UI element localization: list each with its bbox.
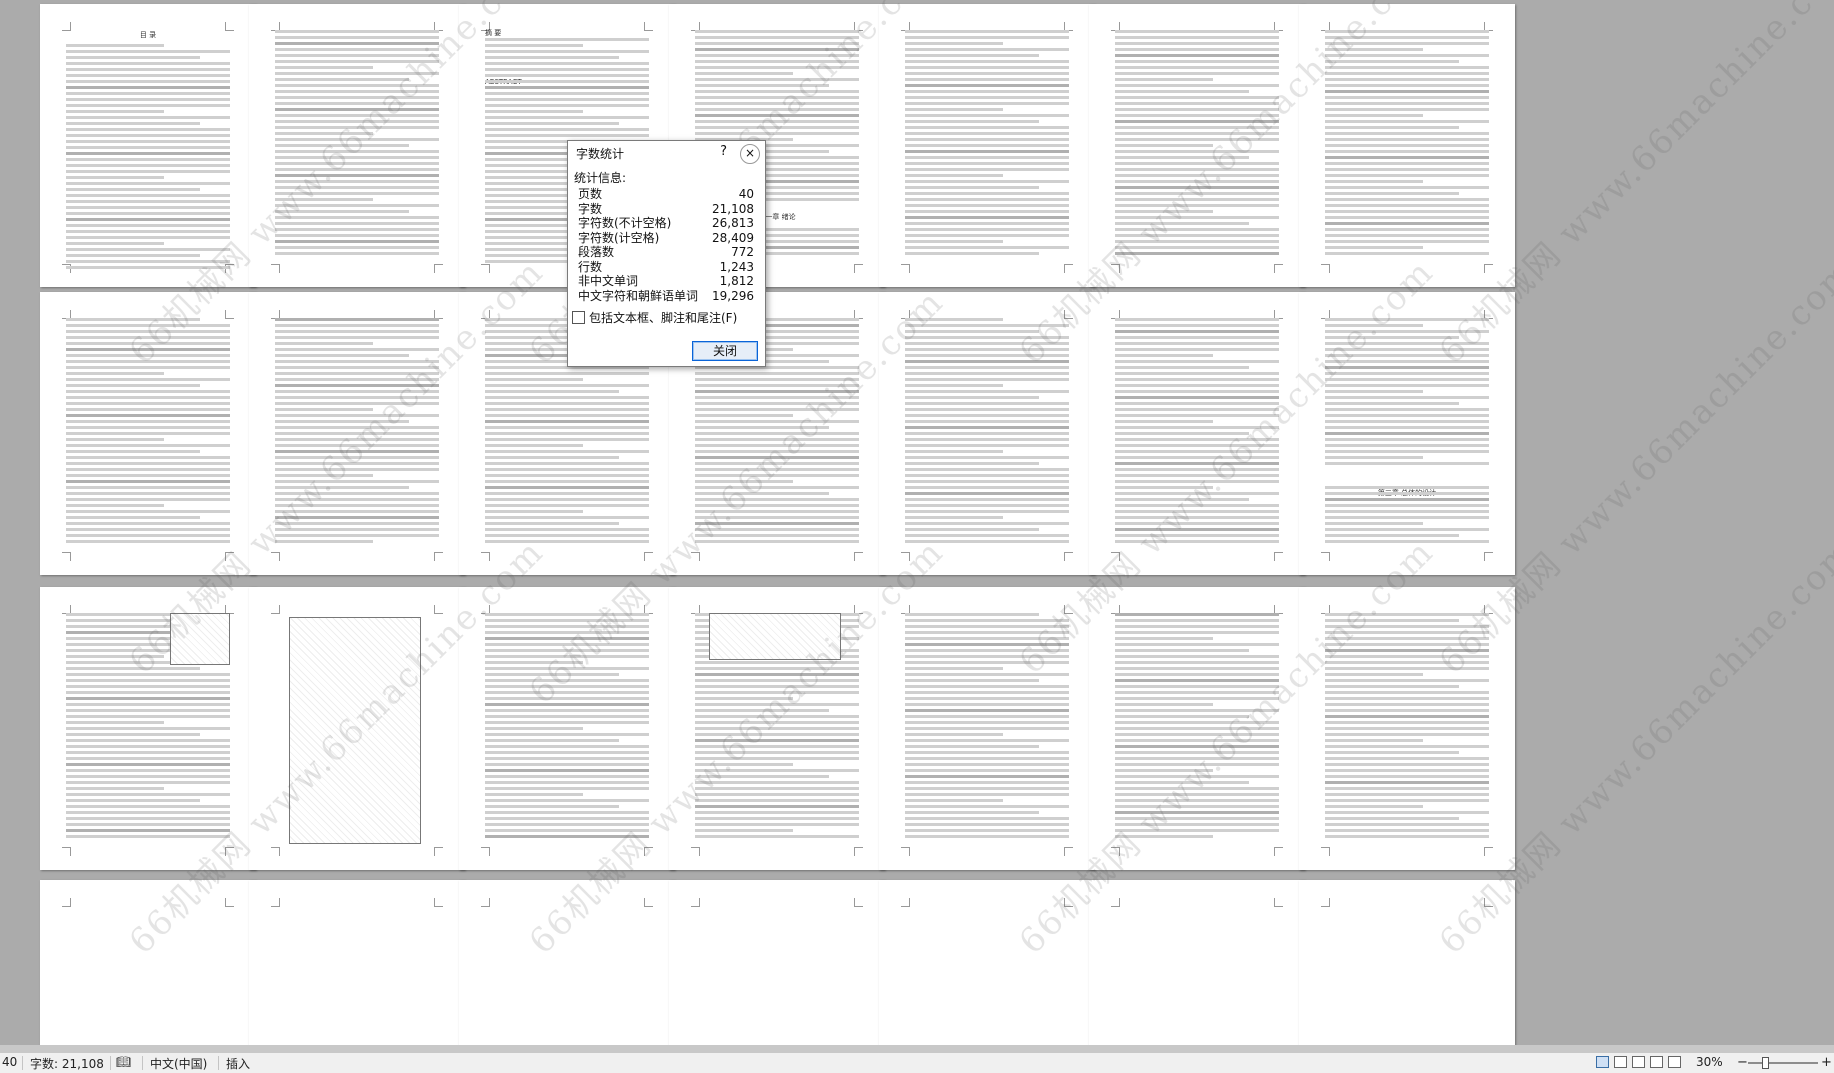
document-page[interactable]: 目 录	[40, 4, 256, 287]
document-page[interactable]	[40, 880, 256, 1045]
document-page[interactable]	[249, 292, 465, 575]
document-page[interactable]	[249, 880, 465, 1045]
zoom-slider[interactable]	[1748, 1062, 1818, 1064]
document-page[interactable]	[669, 587, 885, 870]
zoom-slider-thumb[interactable]	[1762, 1057, 1769, 1069]
include-textboxes-checkbox[interactable]	[572, 311, 585, 324]
document-page[interactable]	[669, 880, 885, 1045]
stat-label: 段落数	[578, 245, 615, 259]
document-page[interactable]: 第三章 总体的设计	[1299, 292, 1515, 575]
document-canvas[interactable]: 目 录摘 要ABSTRACT第一章 绪论第三章 总体的设计66机械网 www.6…	[0, 0, 1834, 1045]
document-page[interactable]	[249, 4, 465, 287]
drawing-figure	[289, 617, 421, 844]
dialog-title: 字数统计	[576, 147, 625, 161]
word-count-dialog: 字数统计 ? × 统计信息: 页数 40 字数 21,108 字符数(不计空格) 26…	[567, 140, 766, 367]
stat-value: 28,409	[712, 230, 754, 245]
document-page[interactable]	[1299, 587, 1515, 870]
stat-value: 26,813	[712, 216, 754, 230]
document-page[interactable]	[1089, 4, 1305, 287]
stat-label: 字数	[578, 201, 603, 216]
document-page[interactable]	[1089, 880, 1305, 1045]
document-page[interactable]	[879, 587, 1095, 870]
word-count-indicator[interactable]: 字数: 21,108	[30, 1055, 104, 1072]
document-page[interactable]	[40, 292, 256, 575]
schematic-figure	[709, 613, 841, 660]
stat-label: 字符数(计空格)	[578, 230, 660, 245]
toc-title: 目 录	[139, 31, 157, 39]
include-textboxes-label[interactable]: 包括文本框、脚注和尾注(F)	[589, 309, 737, 326]
stat-value: 40	[738, 187, 754, 201]
document-page[interactable]	[459, 587, 675, 870]
status-bar: 40 字数: 21,108 📖︎ 中文(中国) 插入 30% − +	[0, 1052, 1834, 1073]
stat-label: 非中文单词	[578, 274, 639, 288]
document-page[interactable]	[1299, 4, 1515, 287]
include-textboxes-option[interactable]: 包括文本框、脚注和尾注(F)	[572, 309, 737, 326]
web-layout-view-icon[interactable]	[1632, 1056, 1645, 1068]
curve-figure	[170, 613, 230, 665]
document-page[interactable]	[1089, 587, 1305, 870]
stat-row-lines: 行数 1,243	[578, 260, 754, 275]
document-page[interactable]	[1299, 880, 1515, 1045]
document-page[interactable]	[879, 880, 1095, 1045]
document-page[interactable]	[459, 880, 675, 1045]
stats-list: 页数 40 字数 21,108 字符数(不计空格) 26,813 字符数(计空格) 28…	[578, 187, 754, 303]
stat-row-words: 字数 21,108	[578, 202, 754, 217]
page-indicator[interactable]: 40	[2, 1055, 17, 1069]
close-button[interactable]: 关闭	[692, 341, 758, 361]
document-page[interactable]	[1089, 292, 1305, 575]
stat-row-chars-with-spaces: 字符数(计空格) 28,409	[578, 231, 754, 246]
stat-row-chars-no-spaces: 字符数(不计空格) 26,813	[578, 216, 754, 231]
full-screen-reading-view-icon[interactable]	[1614, 1056, 1627, 1068]
stat-value: 21,108	[712, 201, 754, 216]
zoom-level[interactable]: 30%	[1696, 1055, 1723, 1069]
stat-label: 字符数(不计空格)	[578, 216, 672, 230]
print-layout-view-icon[interactable]	[1596, 1056, 1609, 1068]
document-page[interactable]	[40, 587, 256, 870]
stat-row-pages: 页数 40	[578, 187, 754, 202]
zoom-out-button[interactable]: −	[1737, 1055, 1748, 1070]
stat-row-chinese-chars: 中文字符和朝鲜语单词 19,296	[578, 289, 754, 304]
stat-label: 页数	[578, 187, 603, 201]
outline-view-icon[interactable]	[1650, 1056, 1663, 1068]
stat-value: 19,296	[712, 288, 754, 303]
stat-value: 1,243	[719, 259, 754, 274]
proofing-icon[interactable]: 📖︎	[116, 1055, 131, 1069]
document-page[interactable]	[879, 4, 1095, 287]
stat-row-paragraphs: 段落数 772	[578, 245, 754, 260]
stat-label: 中文字符和朝鲜语单词	[578, 288, 699, 303]
stat-label: 行数	[578, 259, 603, 274]
close-icon[interactable]: ×	[740, 144, 760, 164]
draft-view-icon[interactable]	[1668, 1056, 1681, 1068]
stat-row-non-chinese-words: 非中文单词 1,812	[578, 274, 754, 289]
stat-value: 1,812	[719, 274, 754, 288]
help-icon[interactable]: ?	[720, 144, 727, 159]
document-page[interactable]	[879, 292, 1095, 575]
language-indicator[interactable]: 中文(中国)	[150, 1055, 207, 1072]
document-page[interactable]	[249, 587, 465, 870]
insert-mode-indicator[interactable]: 插入	[226, 1055, 250, 1072]
horizontal-scrollbar[interactable]	[0, 1045, 1834, 1052]
stats-heading: 统计信息:	[574, 171, 627, 185]
zoom-in-button[interactable]: +	[1821, 1055, 1832, 1070]
abstract-title: 摘 要	[485, 29, 502, 37]
stat-value: 772	[731, 245, 754, 259]
